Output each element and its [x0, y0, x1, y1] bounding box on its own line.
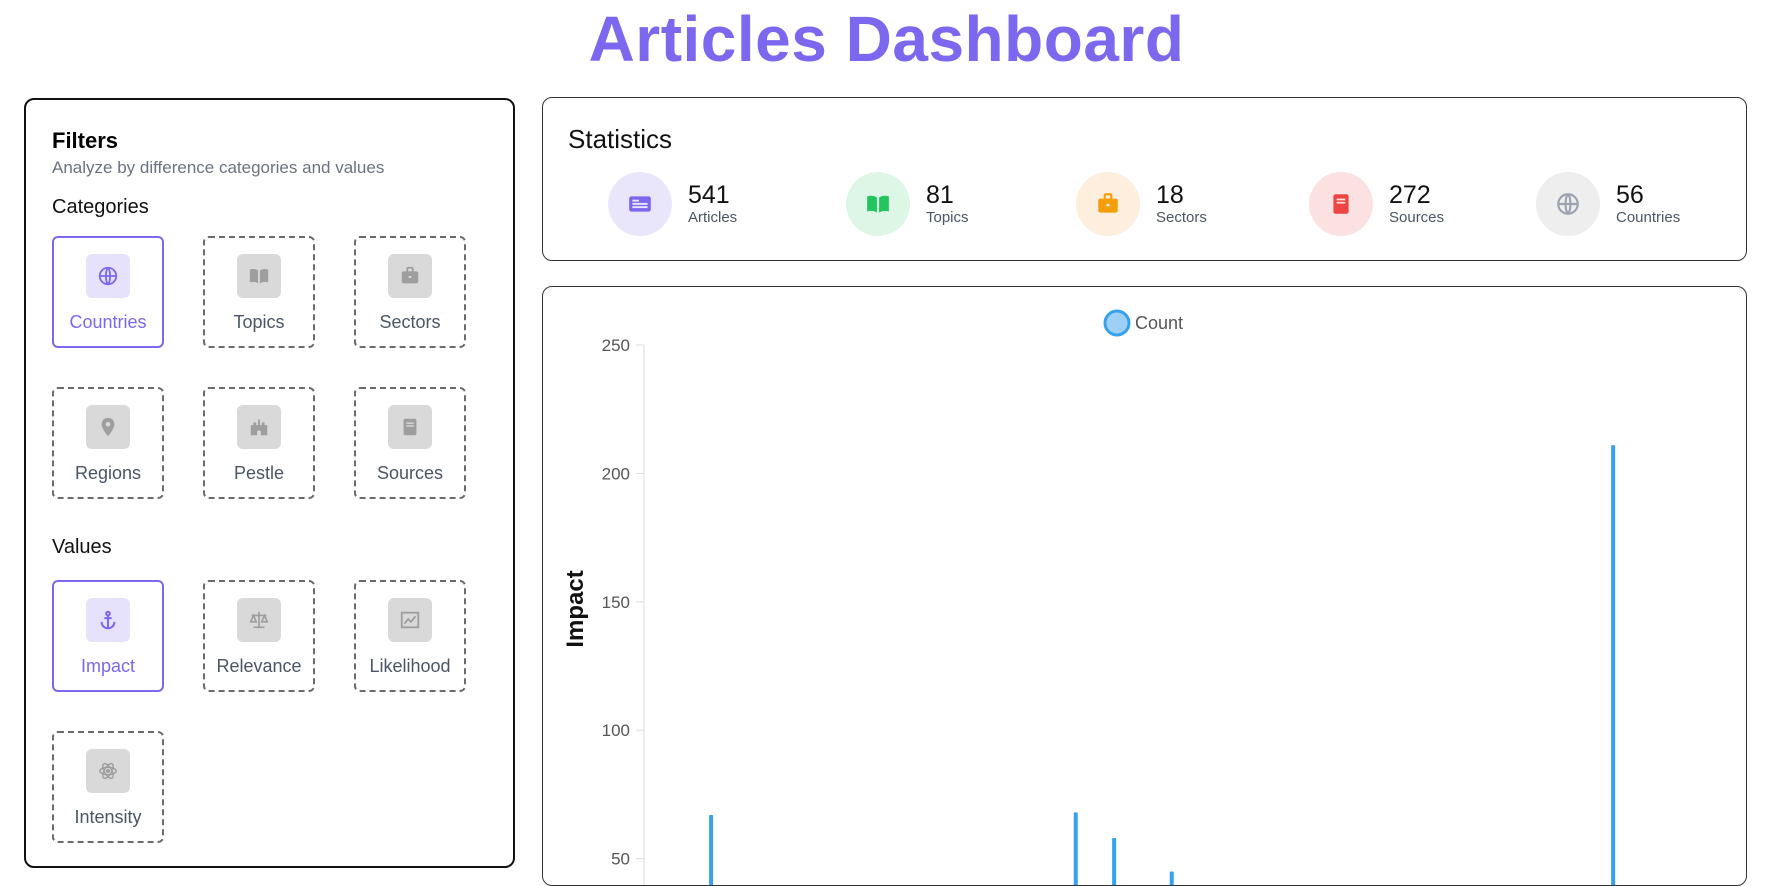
- book-open-icon: [846, 172, 910, 236]
- chart-legend[interactable]: Count: [1103, 309, 1183, 337]
- map-pin-icon: [86, 405, 130, 449]
- y-tick-label: 100: [602, 721, 630, 740]
- impact-chart-panel: Count Impact 50 100 150 200 250: [542, 286, 1747, 886]
- filter-tile-pestle[interactable]: Pestle: [203, 387, 315, 499]
- filter-tile-label: Sources: [376, 463, 444, 483]
- statistics-title: Statistics: [568, 124, 673, 154]
- filter-tile-topics[interactable]: Topics: [203, 236, 315, 348]
- stat-topics: 81 Topics: [846, 172, 969, 236]
- filters-subtitle: Analyze by difference categories and val…: [52, 158, 385, 177]
- briefcase-icon: [1076, 172, 1140, 236]
- filters-title: Filters: [52, 128, 119, 153]
- filter-tile-label: Sectors: [379, 312, 441, 332]
- legend-label: Count: [1135, 313, 1183, 333]
- filter-tile-label: Regions: [74, 463, 142, 483]
- book-icon: [388, 405, 432, 449]
- legend-swatch: [1103, 309, 1131, 337]
- globe-icon: [1536, 172, 1600, 236]
- y-tick-label: 50: [611, 850, 630, 869]
- atom-icon: [86, 749, 130, 793]
- trend-chart-icon: [388, 598, 432, 642]
- stat-label: Topics: [926, 209, 969, 226]
- castle-icon: [237, 405, 281, 449]
- y-tick-label: 150: [602, 593, 630, 612]
- chart-bar[interactable]: [1169, 871, 1174, 886]
- briefcase-icon: [388, 254, 432, 298]
- y-axis-label: Impact: [562, 570, 589, 647]
- filter-tile-label: Pestle: [233, 463, 285, 483]
- filter-tile-label: Intensity: [74, 807, 142, 827]
- filter-tile-label: Likelihood: [369, 656, 451, 676]
- chart-bar[interactable]: [1611, 445, 1616, 886]
- book-open-icon: [237, 254, 281, 298]
- stat-value: 18: [1156, 181, 1184, 209]
- stat-articles: 541 Articles: [608, 172, 737, 236]
- filter-tile-relevance[interactable]: Relevance: [203, 580, 315, 692]
- stat-label: Sources: [1389, 209, 1445, 226]
- chart-bar[interactable]: [709, 814, 714, 886]
- filter-tile-impact[interactable]: Impact: [52, 580, 164, 692]
- chart-bar[interactable]: [1112, 838, 1117, 886]
- filter-tile-regions[interactable]: Regions: [52, 387, 164, 499]
- categories-label: Categories: [52, 196, 149, 218]
- globe-icon: [86, 254, 130, 298]
- stat-value: 56: [1616, 181, 1644, 209]
- stat-label: Sectors: [1156, 209, 1207, 226]
- filter-tile-label: Countries: [69, 312, 147, 332]
- filter-tile-likelihood[interactable]: Likelihood: [354, 580, 466, 692]
- book-icon: [1309, 172, 1373, 236]
- filter-tile-intensity[interactable]: Intensity: [52, 731, 164, 843]
- stat-label: Countries: [1616, 209, 1681, 226]
- stat-sources: 272 Sources: [1309, 172, 1444, 236]
- newspaper-icon: [608, 172, 672, 236]
- values-label: Values: [52, 536, 112, 558]
- filters-panel: Filters Analyze by difference categories…: [24, 98, 515, 868]
- stat-value: 272: [1389, 181, 1431, 209]
- statistics-panel: Statistics 541 Articles 81 Topics 18 Sec…: [542, 97, 1747, 261]
- stat-label: Articles: [688, 209, 738, 226]
- stat-sectors: 18 Sectors: [1076, 172, 1207, 236]
- stat-countries: 56 Countries: [1536, 172, 1680, 236]
- impact-bar-chart: Count Impact 50 100 150 200 250: [562, 309, 1616, 886]
- page-title: Articles Dashboard: [588, 3, 1185, 75]
- stat-value: 541: [688, 181, 730, 209]
- filter-tile-label: Impact: [80, 656, 136, 676]
- y-tick-label: 250: [602, 336, 630, 355]
- filter-tile-label: Relevance: [216, 656, 302, 676]
- scale-icon: [237, 598, 281, 642]
- filter-tile-sectors[interactable]: Sectors: [354, 236, 466, 348]
- filter-tile-sources[interactable]: Sources: [354, 387, 466, 499]
- anchor-icon: [86, 598, 130, 642]
- filter-tile-label: Topics: [233, 312, 285, 332]
- y-tick-label: 200: [602, 464, 630, 483]
- filter-tile-countries[interactable]: Countries: [52, 236, 164, 348]
- stat-value: 81: [926, 181, 954, 209]
- chart-bar[interactable]: [1073, 812, 1078, 886]
